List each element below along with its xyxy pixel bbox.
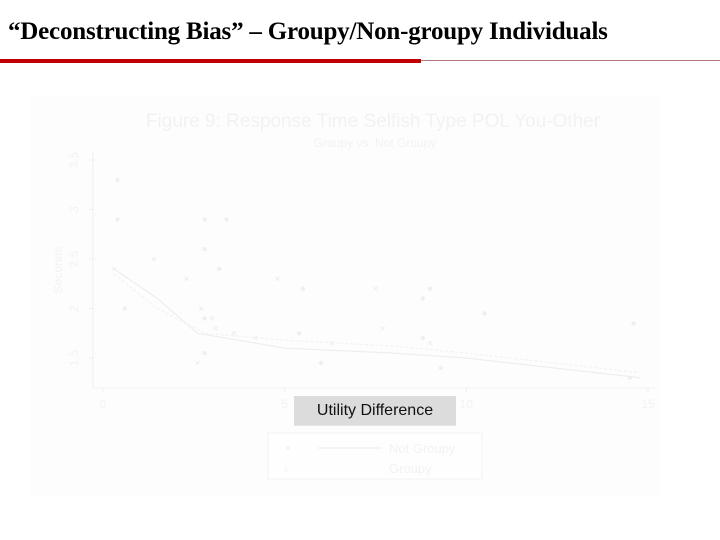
y-ticks: 1.5 2 2.5 3 3.5 [67,151,93,366]
chart-subtitle: Groupy vs. Not Groupy [314,136,437,150]
legend-box [267,432,483,480]
fit-line-groupy [113,273,641,374]
point-groupy [373,286,378,292]
x-tick-label: 10 [460,397,474,411]
point-groupy [231,330,237,336]
point-groupy [198,306,204,311]
point-not-groupy [482,311,487,316]
legend: Not Groupy x Groupy [267,432,483,480]
point-not-groupy [427,286,433,291]
legend-label-groupy: Groupy [389,461,432,476]
point-groupy [195,360,200,366]
chart-title: Figure 9: Response Time Selfish Type POL… [146,111,601,132]
legend-marker-not-groupy [286,446,290,450]
fit-line-not-groupy [113,268,641,379]
point-not-groupy [202,246,207,252]
point-not-groupy [420,296,425,301]
y-tick-label: 2 [67,305,81,312]
point-not-groupy [115,217,120,222]
point-groupy [184,276,189,282]
data-points [111,177,636,380]
point-not-groupy [438,365,444,371]
point-groupy [275,276,280,282]
point-not-groupy [202,316,207,321]
point-groupy [427,340,433,346]
fit-lines [113,268,641,379]
point-groupy [209,316,215,321]
point-not-groupy [420,336,425,341]
x-tick-label: 15 [641,397,655,411]
point-not-groupy [297,331,302,336]
point-not-groupy [627,375,633,380]
point-not-groupy [115,177,120,182]
y-tick-label: 3 [67,206,81,213]
chart: Figure 9: Response Time Selfish Type POL… [51,111,655,480]
y-axis-label: Seconds [51,247,65,294]
point-not-groupy [224,217,229,222]
point-groupy [111,266,117,272]
point-not-groupy [217,266,222,272]
y-tick-label: 3.5 [67,151,81,168]
point-not-groupy [631,321,636,326]
point-groupy [151,256,157,262]
legend-label-not-groupy: Not Groupy [389,441,456,456]
point-not-groupy [202,350,207,356]
point-not-groupy [300,286,306,291]
legend-marker-groupy: x [284,465,288,474]
x-tick-label: 5 [281,397,288,411]
y-tick-label: 1.5 [67,349,81,366]
y-tick-label: 2.5 [67,250,81,267]
point-not-groupy [318,360,324,366]
point-groupy [380,325,386,331]
x-tick-label: 0 [100,397,107,411]
point-not-groupy [122,306,128,311]
point-groupy [213,325,218,331]
point-not-groupy [202,217,207,222]
x-axis-label: Utility Difference [294,396,456,426]
